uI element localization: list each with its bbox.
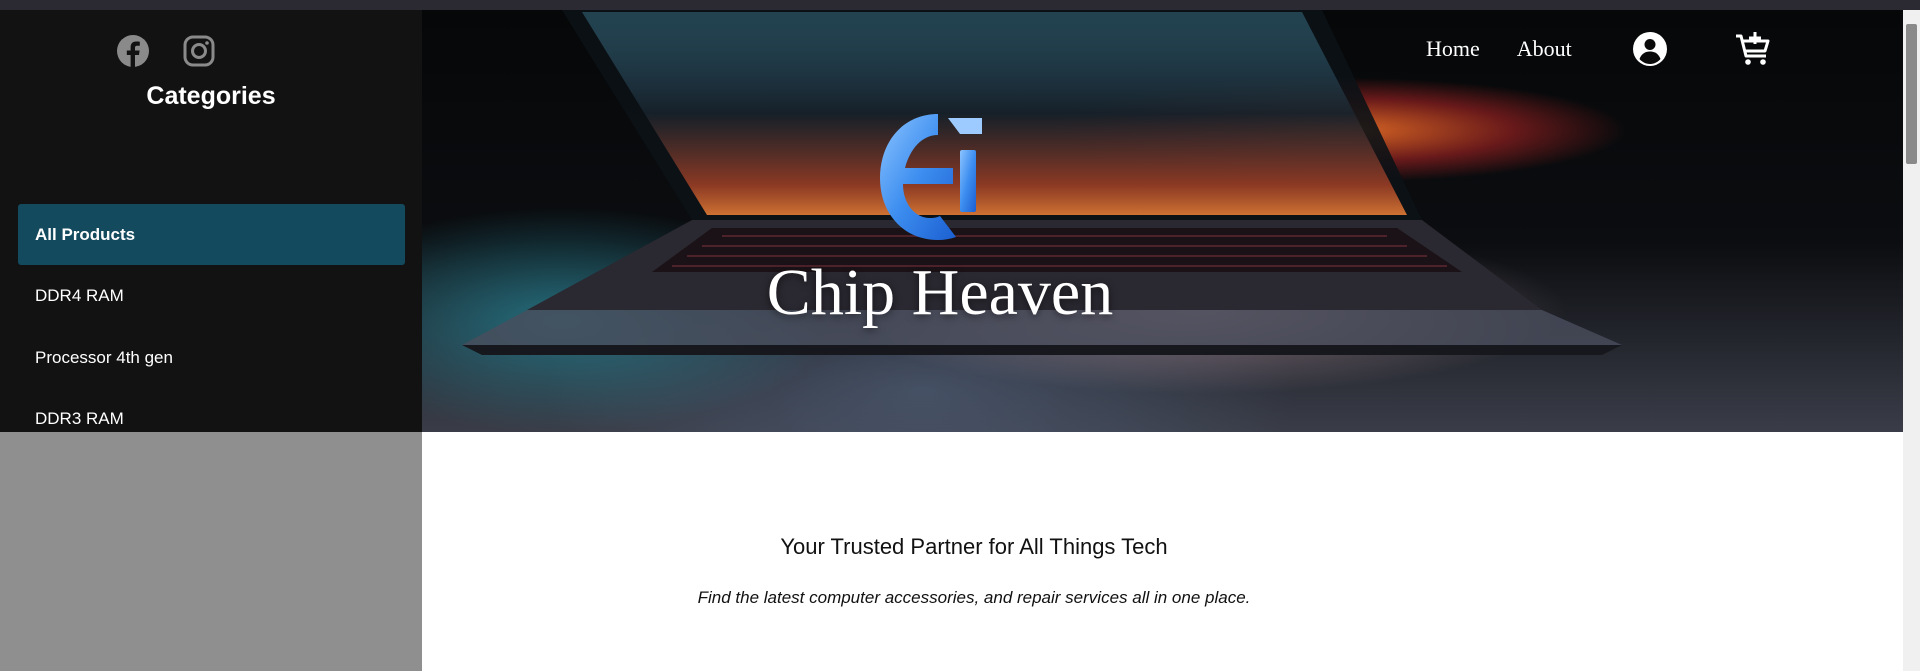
categories-title: Categories (146, 82, 276, 110)
categories-sidebar: Categories All Products DDR4 RAM Process… (0, 10, 422, 432)
window-top-strip (0, 0, 1920, 10)
account-icon[interactable] (1632, 31, 1668, 67)
scrollbar-thumb[interactable] (1906, 24, 1917, 164)
facebook-icon[interactable] (116, 34, 150, 68)
tagline: Your Trusted Partner for All Things Tech (780, 534, 1168, 559)
nav-home-link[interactable]: Home (1426, 36, 1480, 62)
chip-heaven-logo (880, 114, 982, 240)
cart-add-icon[interactable] (1734, 30, 1772, 68)
brand-title: Chip Heaven (766, 256, 1114, 329)
top-nav: Home About (1426, 30, 1772, 68)
category-ddr4-ram[interactable]: DDR4 RAM (18, 265, 405, 327)
category-processor-4th-gen[interactable]: Processor 4th gen (18, 327, 405, 388)
social-links (116, 34, 216, 68)
nav-about-link[interactable]: About (1517, 36, 1572, 62)
laptop-background-image (462, 10, 1622, 355)
category-ddr3-ram[interactable]: DDR3 RAM (18, 388, 405, 432)
vertical-scrollbar[interactable] (1903, 10, 1920, 671)
subline: Find the latest computer accessories, an… (697, 588, 1251, 607)
category-list: All Products DDR4 RAM Processor 4th gen … (18, 204, 405, 432)
category-all-products[interactable]: All Products (18, 204, 405, 265)
instagram-icon[interactable] (182, 34, 216, 68)
sidebar-gray-panel (0, 432, 422, 671)
hero-banner (422, 10, 1903, 432)
